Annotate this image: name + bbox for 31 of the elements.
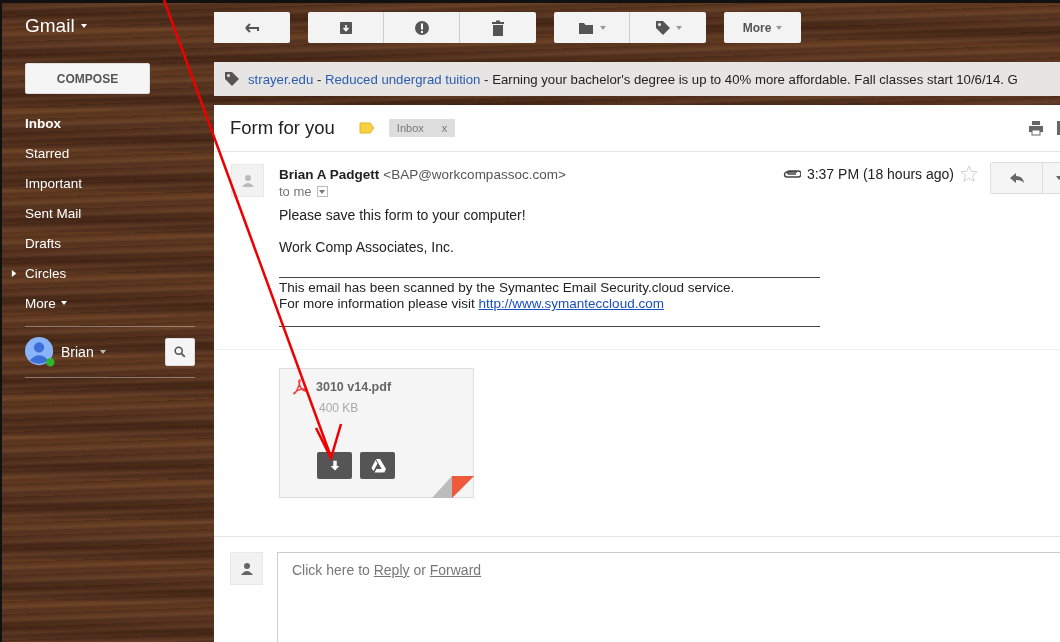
folder-item[interactable]: Sent Mail — [25, 198, 82, 228]
reply-link[interactable]: Reply — [373, 562, 410, 578]
ad-link[interactable]: Reduced undergrad tuition — [325, 71, 481, 87]
disclaimer-text: This email has been scanned by the Symantec Email Security.cloud service. For more information please visit http://www.symanteccloud.com — [279, 277, 820, 327]
folder-item[interactable]: Important — [25, 168, 83, 198]
ad-link[interactable]: strayer.edu — [248, 71, 314, 87]
sender-email: <BAP@workcompassoc.com> — [383, 166, 566, 182]
forward-link[interactable]: Forward — [429, 562, 482, 578]
disclaimer-link[interactable]: http://www.symanteccloud.com — [478, 296, 664, 311]
attachment-name: 3010 v14.pdf — [316, 380, 392, 394]
account-name[interactable]: Brian — [61, 344, 106, 360]
compose-button[interactable]: COMPOSE — [25, 63, 150, 94]
body-text: Please save this form to your computer! — [279, 207, 527, 223]
attachment-size: 400 KB — [319, 401, 360, 415]
folder-item[interactable]: Inbox — [25, 108, 61, 138]
more-button[interactable]: More — [724, 12, 801, 43]
ad-text: strayer.edu - Reduced undergrad tuition - Earning your bachelor's degree is up to 40% more affordable. Fall classes start 10/6/14. G — [248, 71, 1018, 87]
thread-subject: Form for you — [230, 117, 335, 139]
message-time: 3:37 PM (18 hours ago) — [806, 166, 954, 182]
folder-item[interactable]: Drafts — [25, 228, 61, 258]
reply-field[interactable]: Click here to Reply or Forward — [277, 552, 1060, 642]
label-chip: Inbox x — [388, 119, 456, 137]
recipient: to me — [279, 184, 312, 199]
folder-item[interactable]: Circles — [25, 258, 67, 288]
attachment-card[interactable]: 3010 v14.pdf 400 KB — [279, 368, 474, 498]
app-menu[interactable]: Gmail — [25, 13, 214, 39]
remove-label[interactable]: x — [441, 122, 448, 134]
body-text: Work Comp Associates, Inc. — [279, 239, 455, 255]
folder-item[interactable]: More — [25, 288, 67, 318]
folder-item[interactable]: Starred — [25, 138, 70, 168]
sender-name: Brian A Padgett — [279, 166, 380, 182]
